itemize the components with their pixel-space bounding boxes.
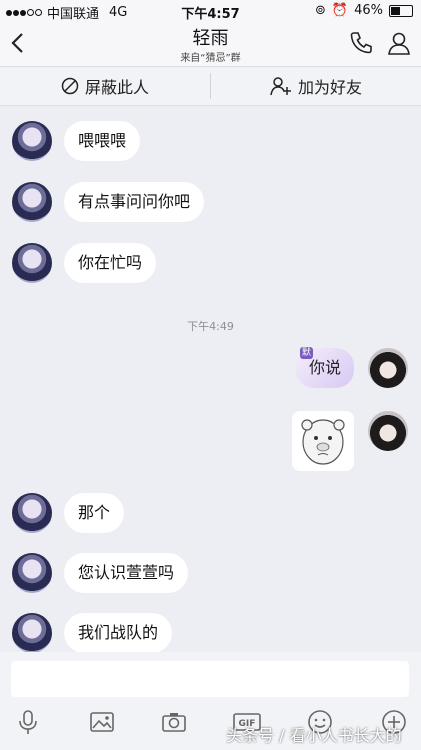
sender-avatar[interactable] [12,493,52,533]
message-bubble[interactable]: 喂喂喂 [64,121,141,161]
my-message-text: 你说 [308,358,341,377]
sender-avatar[interactable] [12,243,52,283]
block-user-button[interactable]: 屏蔽此人 [0,67,210,105]
bubble-tag: 默 [300,347,314,359]
profile-icon[interactable] [386,30,412,56]
add-friend-button[interactable]: 加为好友 [211,67,421,105]
message-bubble[interactable]: 您认识萱萱吗 [64,553,189,593]
bear-sticker-icon [301,419,345,465]
sender-avatar[interactable] [12,182,52,222]
microphone-icon[interactable] [14,708,42,736]
battery-icon [389,4,413,17]
watermark-text: 头条号 / 看小人书长大的 [226,726,402,745]
sender-avatar[interactable] [12,121,52,161]
sender-avatar[interactable] [12,553,52,593]
message-bubble[interactable]: 那个 [64,493,125,533]
block-user-label: 屏蔽此人 [84,78,149,97]
block-icon [61,77,79,95]
message-timestamp: 下午4:49 [187,320,234,333]
stranger-action-bar: 屏蔽此人 加为好友 [0,66,421,106]
image-icon[interactable] [88,708,116,736]
camera-icon[interactable] [160,708,188,736]
my-avatar[interactable] [368,411,408,451]
add-friend-label: 加为好友 [297,78,362,97]
my-message-bubble[interactable]: 默 你说 [296,347,354,388]
my-avatar[interactable] [368,348,408,388]
message-bubble[interactable]: 我们战队的 [64,613,173,653]
add-friend-icon [270,77,291,96]
status-right: ⊚ ⏰ 46% [315,3,413,18]
rotation-lock-icon: ⊚ [315,3,326,18]
message-input[interactable] [11,661,409,697]
message-bubble[interactable]: 有点事问问你吧 [64,182,205,222]
battery-percent: 46% [354,3,383,18]
chat-header: 轻雨 来自“猜忌”群 [0,22,421,66]
phone-icon[interactable] [348,30,374,56]
alarm-icon: ⏰ [331,3,349,18]
message-bubble[interactable]: 你在忙吗 [64,243,157,283]
sticker-message[interactable] [292,411,354,471]
status-bar: 中国联通 4G 下午4:57 ⊚ ⏰ 46% [0,0,421,22]
sender-avatar[interactable] [12,613,52,653]
